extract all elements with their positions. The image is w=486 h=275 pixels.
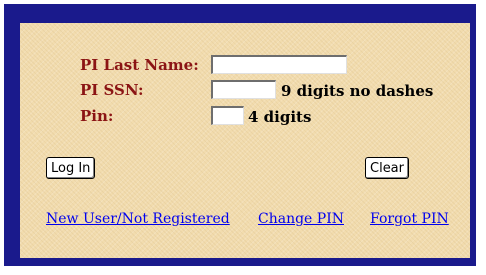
- log-in-button[interactable]: Log In: [46, 157, 96, 179]
- last-name-input[interactable]: [211, 55, 347, 74]
- last-name-label: PI Last Name:: [80, 56, 199, 74]
- ssn-input[interactable]: [211, 80, 276, 99]
- pin-hint: 4 digits: [248, 108, 312, 126]
- ssn-label: PI SSN:: [80, 81, 144, 99]
- clear-button[interactable]: Clear: [365, 157, 409, 179]
- forgot-pin-link[interactable]: Forgot PIN: [370, 211, 449, 227]
- pin-label: Pin:: [80, 107, 114, 125]
- login-frame: PI Last Name: PI SSN: 9 digits no dashes…: [4, 4, 476, 266]
- change-pin-link[interactable]: Change PIN: [258, 211, 344, 227]
- pin-input[interactable]: [211, 106, 244, 125]
- ssn-hint: 9 digits no dashes: [281, 82, 434, 100]
- new-user-link[interactable]: New User/Not Registered: [46, 211, 230, 227]
- login-panel: PI Last Name: PI SSN: 9 digits no dashes…: [20, 23, 470, 258]
